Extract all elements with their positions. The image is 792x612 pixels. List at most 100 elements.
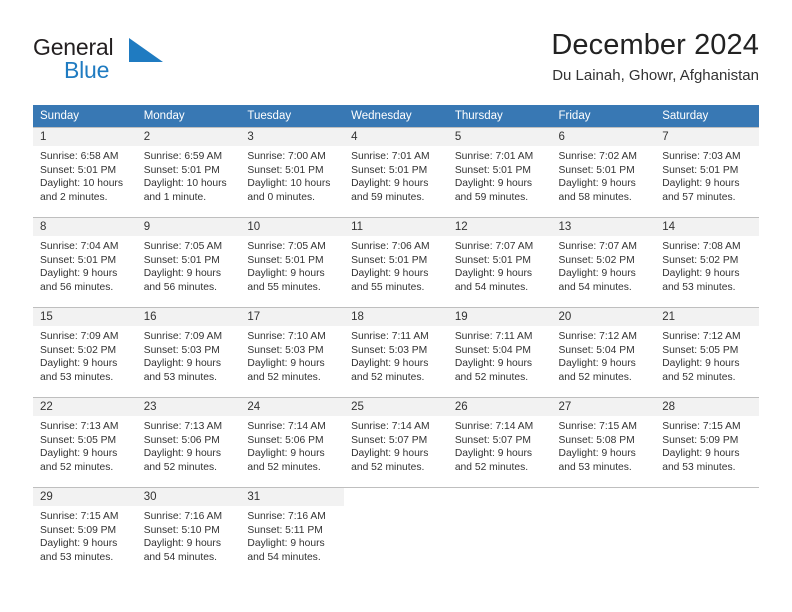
day-details: Sunrise: 7:02 AM Sunset: 5:01 PM Daylight:… bbox=[552, 146, 656, 204]
day-details: Sunrise: 7:15 AM Sunset: 5:09 PM Daylight:… bbox=[33, 506, 137, 564]
sunrise-text: Sunrise: 7:06 AM bbox=[351, 241, 430, 252]
daylight-text-line1: Daylight: 9 hours bbox=[558, 358, 636, 370]
daylight-text-line2: and 54 minutes. bbox=[558, 281, 632, 293]
calendar-day-cell[interactable]: 13 Sunrise: 7:07 AM Sunset: 5:02 PM Dayligh… bbox=[551, 217, 656, 308]
sunset-text: Sunset: 5:11 PM bbox=[247, 524, 323, 536]
sunset-text: Sunset: 5:01 PM bbox=[247, 164, 324, 176]
calendar-day-cell[interactable]: 29 Sunrise: 7:15 AM Sunset: 5:09 PM Dayligh… bbox=[33, 487, 137, 578]
sunset-text: Sunset: 5:04 PM bbox=[558, 344, 635, 356]
calendar-day-cell[interactable]: 20 Sunrise: 7:12 AM Sunset: 5:04 PM Dayligh… bbox=[551, 307, 656, 398]
day-number: 11 bbox=[344, 218, 448, 236]
weekday-header-row: Sunday Monday Tuesday Wednesday Thursday… bbox=[33, 105, 759, 128]
sunset-text: Sunset: 5:01 PM bbox=[351, 164, 428, 176]
calendar-day-cell[interactable]: 7 Sunrise: 7:03 AM Sunset: 5:01 PM Daylight… bbox=[655, 127, 759, 218]
day-number: 16 bbox=[136, 308, 241, 326]
sunset-text: Sunset: 5:01 PM bbox=[143, 164, 220, 176]
day-number bbox=[344, 488, 448, 506]
calendar-day-cell[interactable]: 24 Sunrise: 7:14 AM Sunset: 5:06 PM Dayligh… bbox=[240, 397, 345, 488]
daylight-text-line2: and 56 minutes. bbox=[143, 281, 217, 293]
day-details: Sunrise: 7:06 AM Sunset: 5:01 PM Daylight:… bbox=[344, 236, 448, 294]
sunrise-text: Sunrise: 7:01 AM bbox=[351, 151, 430, 162]
sunrise-text: Sunrise: 7:10 AM bbox=[247, 331, 326, 342]
day-number: 1 bbox=[33, 128, 137, 146]
calendar-day-cell[interactable]: 9 Sunrise: 7:05 AM Sunset: 5:01 PM Daylight… bbox=[136, 217, 241, 308]
calendar-day-cell[interactable]: 10 Sunrise: 7:05 AM Sunset: 5:01 PM Dayligh… bbox=[240, 217, 345, 308]
day-number: 24 bbox=[240, 398, 345, 416]
calendar-day-cell[interactable]: 26 Sunrise: 7:14 AM Sunset: 5:07 PM Dayligh… bbox=[447, 397, 552, 488]
daylight-text-line2: and 54 minutes. bbox=[143, 551, 217, 563]
daylight-text-line2: and 52 minutes. bbox=[247, 371, 321, 383]
calendar-day-cell[interactable]: 22 Sunrise: 7:13 AM Sunset: 5:05 PM Dayligh… bbox=[33, 397, 137, 488]
day-details bbox=[448, 506, 552, 510]
sunrise-text: Sunrise: 7:15 AM bbox=[662, 421, 741, 432]
day-number: 20 bbox=[551, 308, 656, 326]
day-number: 9 bbox=[136, 218, 241, 236]
calendar-day-cell[interactable]: 2 Sunrise: 6:59 AM Sunset: 5:01 PM Daylight… bbox=[136, 127, 241, 218]
day-details: Sunrise: 7:08 AM Sunset: 5:02 PM Daylight:… bbox=[655, 236, 759, 294]
calendar-cell-empty bbox=[344, 487, 448, 578]
day-details: Sunrise: 7:12 AM Sunset: 5:05 PM Daylight:… bbox=[655, 326, 759, 384]
day-details: Sunrise: 7:03 AM Sunset: 5:01 PM Daylight:… bbox=[655, 146, 759, 204]
calendar-day-cell[interactable]: 21 Sunrise: 7:12 AM Sunset: 5:05 PM Dayligh… bbox=[655, 307, 759, 398]
sunrise-text: Sunrise: 7:09 AM bbox=[143, 331, 223, 342]
calendar-day-cell[interactable]: 19 Sunrise: 7:11 AM Sunset: 5:04 PM Dayligh… bbox=[447, 307, 552, 398]
daylight-text-line2: and 53 minutes. bbox=[143, 371, 217, 383]
sunset-text: Sunset: 5:08 PM bbox=[558, 434, 635, 446]
daylight-text-line2: and 53 minutes. bbox=[662, 461, 736, 473]
day-details: Sunrise: 7:11 AM Sunset: 5:03 PM Daylight:… bbox=[344, 326, 448, 384]
calendar-week-row: 29 Sunrise: 7:15 AM Sunset: 5:09 PM Dayligh… bbox=[33, 487, 759, 578]
calendar-day-cell[interactable]: 3 Sunrise: 7:00 AM Sunset: 5:01 PM Daylight… bbox=[240, 127, 345, 218]
calendar-day-cell[interactable]: 27 Sunrise: 7:15 AM Sunset: 5:08 PM Dayligh… bbox=[551, 397, 656, 488]
calendar-day-cell[interactable]: 18 Sunrise: 7:11 AM Sunset: 5:03 PM Dayligh… bbox=[344, 307, 448, 398]
sunset-text: Sunset: 5:01 PM bbox=[40, 164, 117, 176]
day-details: Sunrise: 7:11 AM Sunset: 5:04 PM Daylight:… bbox=[448, 326, 552, 384]
daylight-text-line2: and 53 minutes. bbox=[40, 371, 114, 383]
day-number: 19 bbox=[447, 308, 552, 326]
calendar-day-cell[interactable]: 31 Sunrise: 7:16 AM Sunset: 5:11 PM Dayligh… bbox=[240, 487, 345, 578]
daylight-text-line1: Daylight: 9 hours bbox=[143, 358, 221, 370]
calendar-day-cell[interactable]: 15 Sunrise: 7:09 AM Sunset: 5:02 PM Dayligh… bbox=[33, 307, 137, 398]
calendar-day-cell[interactable]: 23 Sunrise: 7:13 AM Sunset: 5:06 PM Dayligh… bbox=[136, 397, 241, 488]
calendar-day-cell[interactable]: 5 Sunrise: 7:01 AM Sunset: 5:01 PM Daylight… bbox=[447, 127, 552, 218]
calendar-day-cell[interactable]: 12 Sunrise: 7:07 AM Sunset: 5:01 PM Dayligh… bbox=[447, 217, 552, 308]
calendar-day-cell[interactable]: 8 Sunrise: 7:04 AM Sunset: 5:01 PM Daylight… bbox=[33, 217, 137, 308]
daylight-text-line1: Daylight: 10 hours bbox=[143, 178, 227, 190]
daylight-text-line2: and 52 minutes. bbox=[143, 461, 217, 473]
daylight-text-line1: Daylight: 9 hours bbox=[351, 268, 429, 280]
calendar-day-cell[interactable]: 6 Sunrise: 7:02 AM Sunset: 5:01 PM Daylight… bbox=[551, 127, 656, 218]
calendar-day-cell[interactable]: 25 Sunrise: 7:14 AM Sunset: 5:07 PM Dayligh… bbox=[344, 397, 448, 488]
day-details: Sunrise: 7:00 AM Sunset: 5:01 PM Daylight:… bbox=[240, 146, 344, 204]
day-details: Sunrise: 7:14 AM Sunset: 5:07 PM Daylight:… bbox=[344, 416, 448, 474]
calendar-day-cell[interactable]: 4 Sunrise: 7:01 AM Sunset: 5:01 PM Daylight… bbox=[344, 127, 448, 218]
sunset-text: Sunset: 5:01 PM bbox=[454, 254, 531, 266]
calendar-day-cell[interactable]: 11 Sunrise: 7:06 AM Sunset: 5:01 PM Dayligh… bbox=[344, 217, 448, 308]
daylight-text-line1: Daylight: 9 hours bbox=[662, 178, 740, 190]
day-details: Sunrise: 7:01 AM Sunset: 5:01 PM Daylight:… bbox=[344, 146, 448, 204]
day-number: 5 bbox=[447, 128, 552, 146]
day-details: Sunrise: 7:05 AM Sunset: 5:01 PM Daylight:… bbox=[137, 236, 241, 294]
calendar-day-cell[interactable]: 28 Sunrise: 7:15 AM Sunset: 5:09 PM Dayligh… bbox=[655, 397, 759, 488]
daylight-text-line1: Daylight: 9 hours bbox=[454, 178, 533, 190]
sunrise-text: Sunrise: 7:13 AM bbox=[40, 421, 119, 432]
day-details: Sunrise: 7:14 AM Sunset: 5:06 PM Daylight:… bbox=[240, 416, 344, 474]
day-number: 13 bbox=[551, 218, 656, 236]
calendar-day-cell[interactable]: 14 Sunrise: 7:08 AM Sunset: 5:02 PM Dayligh… bbox=[655, 217, 759, 308]
calendar-day-cell[interactable]: 17 Sunrise: 7:10 AM Sunset: 5:03 PM Dayligh… bbox=[240, 307, 345, 398]
sunrise-text: Sunrise: 7:15 AM bbox=[558, 421, 637, 432]
day-number: 15 bbox=[33, 308, 137, 326]
day-number: 28 bbox=[655, 398, 759, 416]
brand-logo[interactable]: General Blue bbox=[33, 34, 163, 86]
daylight-text-line1: Daylight: 9 hours bbox=[143, 448, 221, 460]
calendar-day-cell[interactable]: 1 Sunrise: 6:58 AM Sunset: 5:01 PM Daylight… bbox=[33, 127, 137, 218]
sunset-text: Sunset: 5:05 PM bbox=[662, 344, 739, 356]
calendar-cell-empty bbox=[655, 487, 759, 578]
daylight-text-line2: and 54 minutes. bbox=[454, 281, 529, 293]
sunset-text: Sunset: 5:01 PM bbox=[454, 164, 531, 176]
day-number: 7 bbox=[655, 128, 759, 146]
daylight-text-line2: and 56 minutes. bbox=[40, 281, 114, 293]
day-details bbox=[655, 506, 759, 510]
sunrise-text: Sunrise: 6:59 AM bbox=[143, 151, 223, 162]
calendar-day-cell[interactable]: 30 Sunrise: 7:16 AM Sunset: 5:10 PM Dayligh… bbox=[136, 487, 241, 578]
calendar-day-cell[interactable]: 16 Sunrise: 7:09 AM Sunset: 5:03 PM Dayligh… bbox=[136, 307, 241, 398]
calendar-week-row: 22 Sunrise: 7:13 AM Sunset: 5:05 PM Dayligh… bbox=[33, 397, 759, 488]
